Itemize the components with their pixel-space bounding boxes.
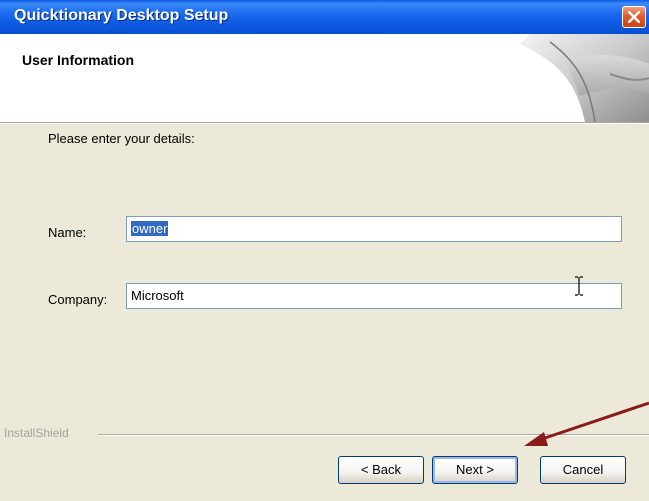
cancel-button[interactable]: Cancel [540, 456, 626, 484]
header-banner: User Information [0, 34, 649, 122]
name-field-value: owner [131, 221, 169, 236]
instruction-text: Please enter your details: [48, 131, 195, 146]
installshield-brand: InstallShield [4, 426, 69, 440]
title-bar[interactable]: Quicktionary Desktop Setup [0, 0, 649, 34]
window-title: Quicktionary Desktop Setup [14, 7, 229, 24]
close-button[interactable] [622, 6, 646, 28]
close-icon [628, 11, 640, 23]
back-button[interactable]: < Back [338, 456, 424, 484]
installer-art-icon [520, 34, 649, 122]
name-field[interactable]: owner [126, 216, 622, 242]
company-field-value: Microsoft [131, 288, 184, 303]
setup-window: Quicktionary Desktop Setup User Informat… [0, 0, 649, 501]
text-cursor-icon [575, 276, 583, 296]
header-divider [0, 122, 649, 124]
page-title: User Information [22, 52, 135, 68]
name-label: Name: [48, 225, 87, 240]
company-label: Company: [48, 292, 108, 307]
company-field[interactable]: Microsoft [126, 283, 622, 309]
next-button[interactable]: Next > [432, 456, 518, 484]
footer-divider [98, 434, 649, 436]
